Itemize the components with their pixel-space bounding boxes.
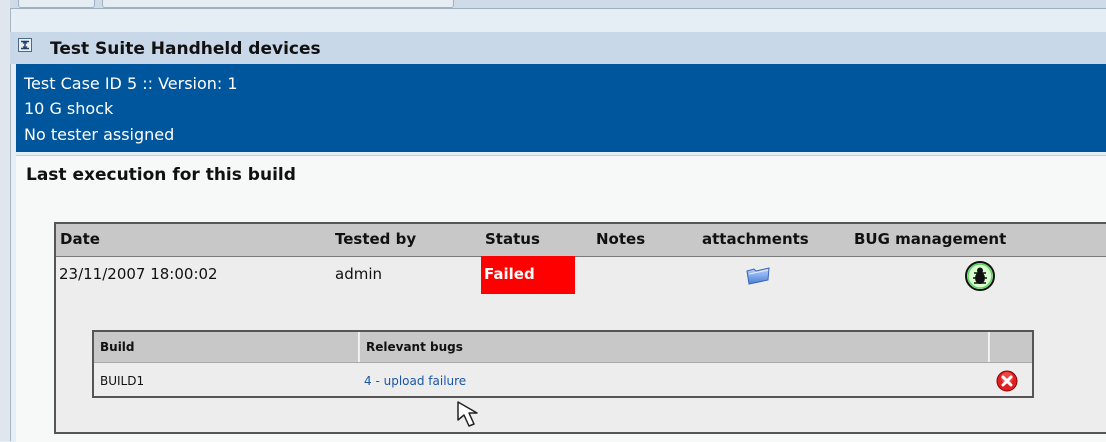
execution-date: 23/11/2007 18:00:02 <box>59 265 218 283</box>
bugs-row-divider <box>94 362 1032 363</box>
test-case-id-version: Test Case ID 5 :: Version: 1 <box>24 74 238 93</box>
suite-title: Test Suite Handheld devices <box>50 39 321 59</box>
bugs-table-header: Build Relevant bugs <box>94 332 1032 362</box>
section-title: Last execution for this build <box>26 165 296 185</box>
folder-icon[interactable] <box>744 264 772 286</box>
header-attachments: attachments <box>702 230 809 248</box>
bug-build-name: BUILD1 <box>100 374 145 388</box>
bugs-header-build: Build <box>100 340 135 354</box>
status-badge: Failed <box>481 256 575 294</box>
top-tab[interactable] <box>102 0 454 8</box>
header-status: Status <box>485 230 540 248</box>
collapse-icon[interactable] <box>18 38 32 52</box>
bugs-header-relevant-bugs: Relevant bugs <box>366 340 463 354</box>
mouse-cursor-icon <box>457 401 478 427</box>
bug-icon[interactable] <box>963 260 997 292</box>
bugs-header-bugs-cell: Relevant bugs <box>360 332 989 362</box>
test-case-header: Test Case ID 5 :: Version: 1 10 G shock … <box>16 64 1106 152</box>
header-bug-management: BUG management <box>854 230 1007 248</box>
delete-icon[interactable] <box>996 370 1018 392</box>
header-notes: Notes <box>596 230 646 248</box>
execution-table-header: Date Tested by Status Notes attachments … <box>56 224 1106 257</box>
bugs-table: Build Relevant bugs BUILD1 4 - upload fa… <box>92 330 1034 398</box>
execution-table: Date Tested by Status Notes attachments … <box>54 222 1106 434</box>
test-case-tester: No tester assigned <box>24 125 175 144</box>
status-text: Failed <box>484 265 535 283</box>
top-tab[interactable] <box>18 0 95 8</box>
bug-link[interactable]: 4 - upload failure <box>364 374 466 388</box>
header-date: Date <box>60 230 100 248</box>
test-case-name: 10 G shock <box>24 99 114 118</box>
header-tested-by: Tested by <box>335 230 417 248</box>
execution-tester: admin <box>335 265 382 283</box>
window-left-border <box>0 0 11 441</box>
bugs-header-action-cell <box>990 332 1032 362</box>
bugs-header-build-cell: Build <box>94 332 359 362</box>
